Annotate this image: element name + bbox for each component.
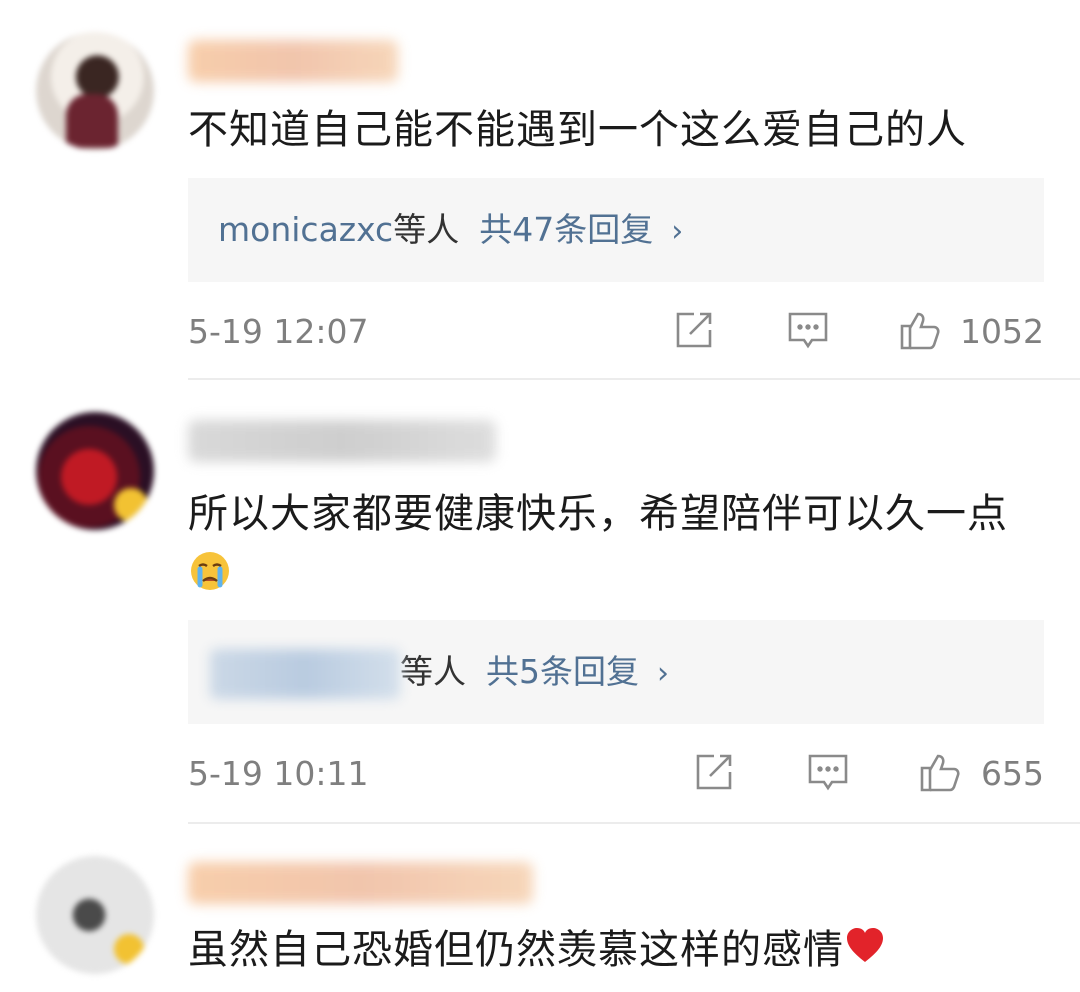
comment-time: 5-19 10:11: [188, 754, 369, 793]
username[interactable]: [188, 40, 398, 82]
comment-icon[interactable]: [784, 306, 832, 354]
comment-meta: 5-19 10:11 655: [188, 744, 1044, 804]
divider: [188, 378, 1080, 380]
replies-preview[interactable]: 等人 共5条回复 ›: [188, 620, 1044, 724]
reply-etal: 等人: [400, 652, 466, 691]
chevron-right-icon: ›: [671, 214, 684, 249]
thumbs-up-icon[interactable]: [916, 748, 964, 796]
like-count: 655: [981, 754, 1044, 793]
share-icon[interactable]: [670, 306, 718, 354]
avatar[interactable]: [36, 856, 154, 974]
reply-count[interactable]: 共5条回复: [486, 652, 639, 691]
comment-time: 5-19 12:07: [188, 312, 369, 351]
username[interactable]: [188, 420, 496, 462]
reply-username[interactable]: [210, 648, 400, 699]
like-count: 1052: [960, 312, 1044, 351]
reply-username[interactable]: monicazxc: [218, 210, 393, 249]
comment-text: 不知道自己能不能遇到一个这么爱自己的人: [188, 107, 967, 153]
comment-meta: 5-19 12:07 1052: [188, 302, 1044, 362]
share-icon[interactable]: [690, 748, 738, 796]
comment-text: 所以大家都要健康快乐，希望陪伴可以久一点: [188, 482, 1050, 612]
thumbs-up-icon[interactable]: [896, 306, 944, 354]
username[interactable]: [188, 862, 533, 904]
avatar[interactable]: [36, 412, 154, 530]
avatar[interactable]: [36, 32, 154, 150]
chevron-right-icon: ›: [657, 656, 669, 691]
crying-face-icon: [188, 548, 232, 612]
replies-preview[interactable]: monicazxc等人 共47条回复 ›: [188, 178, 1044, 282]
red-heart-icon: [844, 920, 886, 984]
comment-icon[interactable]: [804, 748, 852, 796]
divider: [188, 822, 1080, 824]
reply-etal: 等人: [393, 210, 460, 249]
reply-count[interactable]: 共47条回复: [479, 210, 653, 249]
comment-text: 虽然自己恐婚但仍然羡慕这样的感情: [188, 918, 1050, 984]
